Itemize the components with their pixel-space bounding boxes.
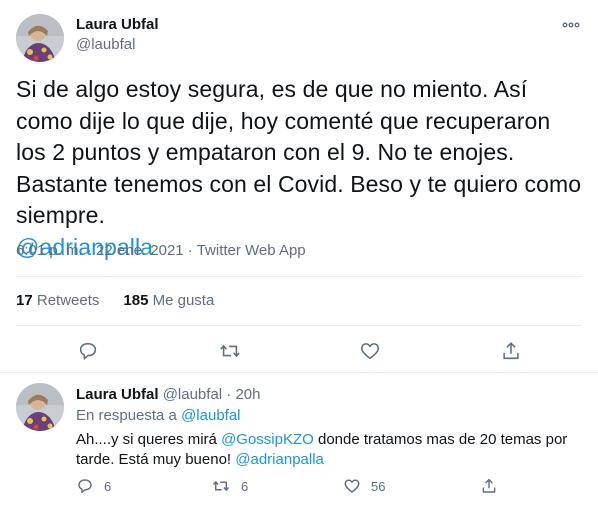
tweet-text: Si de algo estoy segura, es de que no mi… — [16, 74, 582, 263]
replying-prefix: En respuesta a — [76, 407, 182, 424]
meta-separator: · — [183, 242, 197, 259]
reply-actions: 6 6 56 — [76, 476, 576, 496]
like-button[interactable]: 56 — [343, 476, 385, 496]
like-button[interactable] — [357, 338, 383, 364]
meta-separator: · — [222, 386, 236, 403]
reply-button[interactable] — [75, 338, 101, 364]
reply-header: Laura Ubfal @laubfal · 20h — [76, 386, 261, 403]
mention-link[interactable]: @adrianpalla — [235, 451, 324, 468]
retweets-stat[interactable]: 17 Retweets — [16, 292, 99, 309]
divider — [16, 276, 582, 277]
tweet-body: Si de algo estoy segura, es de que no mi… — [16, 76, 582, 228]
divider — [16, 325, 582, 326]
reply-button[interactable]: 6 — [76, 476, 111, 496]
retweet-icon — [220, 344, 240, 358]
share-button[interactable] — [498, 338, 524, 364]
like-count: 56 — [371, 478, 386, 494]
author-name[interactable]: Laura Ubfal — [76, 386, 159, 403]
reply-text: Ah....y si queres mirá @GossipKZO donde … — [76, 430, 586, 470]
tweet-source[interactable]: Twitter Web App — [197, 242, 306, 259]
avatar[interactable] — [16, 14, 64, 62]
replying-to-link[interactable]: @laubfal — [181, 407, 240, 424]
author-name[interactable]: Laura Ubfal — [76, 16, 159, 33]
tweet-time[interactable]: 6:01 p. m. — [16, 242, 83, 259]
share-icon — [503, 342, 519, 360]
divider — [0, 372, 598, 373]
like-icon — [360, 343, 380, 360]
author-handle[interactable]: @laubfal — [76, 36, 135, 53]
tweet-stats: 17 Retweets 185 Me gusta — [16, 292, 214, 309]
mention-link[interactable]: @GossipKZO — [221, 431, 314, 448]
retweets-label: Retweets — [36, 292, 100, 309]
share-button[interactable] — [480, 476, 498, 496]
retweet-count: 6 — [241, 478, 249, 494]
retweet-button[interactable]: 6 — [211, 476, 248, 496]
retweet-icon — [212, 480, 230, 492]
tweet-time[interactable]: 20h — [235, 386, 260, 403]
reply-icon — [78, 479, 92, 494]
tweet-date[interactable]: 22 ene. 2021 — [96, 242, 184, 259]
tweet-meta: 6:01 p. m. · 22 ene. 2021 · Twitter Web … — [16, 242, 306, 259]
tweet-thread: Laura Ubfal @laubfal Si de algo estoy se… — [0, 0, 598, 509]
retweets-count: 17 — [16, 292, 33, 309]
likes-count: 185 — [123, 292, 149, 309]
like-icon — [344, 479, 360, 493]
replying-to: En respuesta a @laubfal — [76, 407, 241, 424]
reply-body-part: Ah....y si queres mirá — [76, 431, 222, 448]
author-handle[interactable]: @laubfal — [163, 386, 222, 403]
likes-label: Me gusta — [152, 292, 215, 309]
share-icon — [482, 478, 496, 493]
reply-icon — [79, 342, 97, 360]
more-icon — [562, 22, 580, 28]
meta-separator: · — [82, 242, 97, 259]
reply-count: 6 — [104, 478, 112, 494]
more-options-button[interactable] — [560, 14, 582, 36]
likes-stat[interactable]: 185 Me gusta — [123, 292, 214, 309]
avatar[interactable] — [16, 383, 64, 431]
retweet-button[interactable] — [217, 338, 243, 364]
tweet-actions — [0, 338, 598, 364]
